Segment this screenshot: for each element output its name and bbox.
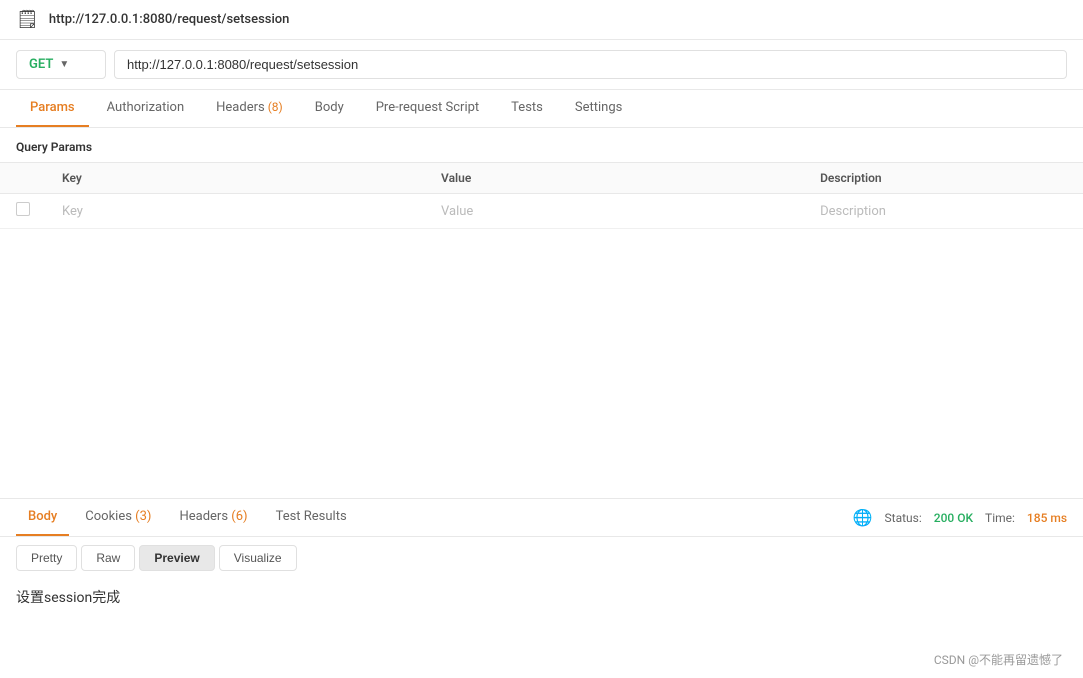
response-tabs-left: Body Cookies (3) Headers (6) Test Result… (16, 499, 359, 536)
request-tabs-bar: Params Authorization Headers (8) Body Pr… (0, 90, 1083, 128)
response-body: 设置session完成 (0, 579, 1083, 615)
title-bar: 🗒 http://127.0.0.1:8080/request/setsessi… (0, 0, 1083, 40)
response-tabs-bar: Body Cookies (3) Headers (6) Test Result… (0, 499, 1083, 537)
request-bar: GET ▼ (0, 40, 1083, 90)
param-description-cell[interactable]: Description (804, 194, 1083, 229)
footer-text: CSDN @不能再留遗憾了 (934, 651, 1063, 668)
response-tab-testresults[interactable]: Test Results (264, 499, 359, 536)
format-tab-raw[interactable]: Raw (81, 545, 135, 571)
table-header-key: Key (46, 163, 425, 194)
tab-settings[interactable]: Settings (561, 90, 636, 127)
format-tab-visualize[interactable]: Visualize (219, 545, 297, 571)
title-url: http://127.0.0.1:8080/request/setsession (49, 12, 290, 27)
param-value-cell[interactable]: Value (425, 194, 804, 229)
table-header-checkbox (0, 163, 46, 194)
method-select[interactable]: GET ▼ (16, 50, 106, 79)
query-params-title: Query Params (0, 128, 1083, 162)
params-table: Key Value Description Key Value Descript… (0, 162, 1083, 229)
tab-prerequest[interactable]: Pre-request Script (362, 90, 493, 127)
row-checkbox[interactable] (16, 202, 30, 216)
table-row: Key Value Description (0, 194, 1083, 229)
url-input[interactable] (114, 50, 1067, 79)
response-tab-body[interactable]: Body (16, 499, 69, 536)
format-tab-preview[interactable]: Preview (139, 545, 214, 571)
response-tab-cookies[interactable]: Cookies (3) (73, 499, 163, 536)
response-container: Body Cookies (3) Headers (6) Test Result… (0, 498, 1083, 678)
response-status-bar: 🌐 Status: 200 OK Time: 185 ms (853, 508, 1067, 527)
method-label: GET (29, 57, 53, 72)
app-icon: 🗒 (16, 9, 39, 30)
globe-icon: 🌐 (853, 508, 873, 527)
format-tabs-bar: Pretty Raw Preview Visualize (0, 537, 1083, 579)
tab-params[interactable]: Params (16, 90, 89, 127)
tab-authorization[interactable]: Authorization (93, 90, 199, 127)
table-header-value: Value (425, 163, 804, 194)
format-tab-pretty[interactable]: Pretty (16, 545, 77, 571)
tab-headers[interactable]: Headers (8) (202, 90, 297, 127)
response-tab-headers[interactable]: Headers (6) (167, 499, 259, 536)
chevron-down-icon: ▼ (59, 59, 69, 70)
tab-body[interactable]: Body (301, 90, 358, 127)
tab-tests[interactable]: Tests (497, 90, 557, 127)
param-key-cell[interactable]: Key (46, 194, 425, 229)
table-header-description: Description (804, 163, 1083, 194)
